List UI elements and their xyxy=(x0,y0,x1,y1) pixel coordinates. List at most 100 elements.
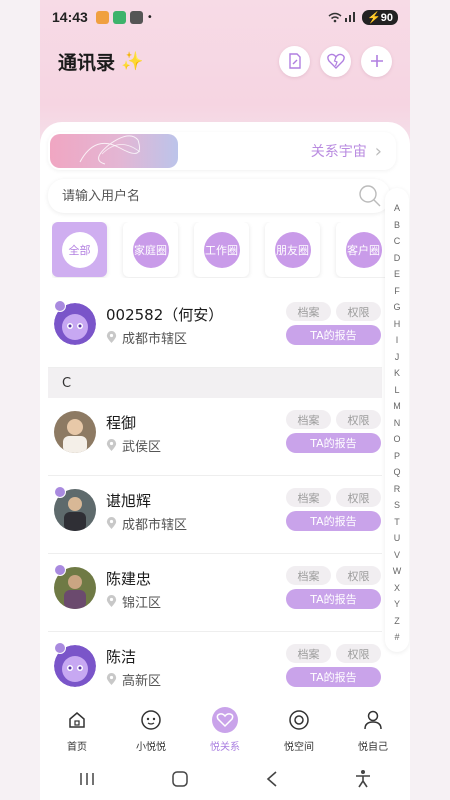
index-letter[interactable]: T xyxy=(394,514,400,531)
permission-button[interactable]: 权限 xyxy=(336,302,381,321)
app-screen: 14:43 • ⚡90 通讯录 ✨ 关系宇宙 › 请输入用户名 全部 家庭圈 工… xyxy=(40,0,410,800)
status-bar: 14:43 • ⚡90 xyxy=(40,0,410,34)
index-letter[interactable]: G xyxy=(393,299,400,316)
index-letter[interactable]: U xyxy=(394,530,401,547)
index-letter[interactable]: M xyxy=(393,398,401,415)
index-letter[interactable]: J xyxy=(395,349,400,366)
index-letter[interactable]: K xyxy=(394,365,400,382)
category-clients[interactable]: 客户圈 xyxy=(336,222,391,277)
broken-heart-button[interactable] xyxy=(320,45,351,77)
report-button[interactable]: TA的报告 xyxy=(286,325,381,345)
smile-icon xyxy=(138,707,164,733)
contact-location: 成都市辖区 xyxy=(106,328,187,347)
location-pin-icon xyxy=(106,517,117,529)
tab-relationships[interactable]: 悦关系 xyxy=(188,700,262,758)
archive-button[interactable]: 档案 xyxy=(286,644,331,663)
index-letter[interactable]: E xyxy=(394,266,400,283)
archive-button[interactable]: 档案 xyxy=(286,566,331,585)
index-letter[interactable]: Q xyxy=(393,464,400,481)
tab-label: 小悦悦 xyxy=(136,742,166,753)
vip-badge-icon xyxy=(54,486,66,498)
category-label: 工作圈 xyxy=(203,231,240,268)
tab-assistant[interactable]: 小悦悦 xyxy=(114,700,188,758)
archive-button[interactable]: 档案 xyxy=(286,488,331,507)
list-item[interactable]: 程御 武侯区 档案 权限 TA的报告 xyxy=(48,398,382,476)
archive-button[interactable]: 档案 xyxy=(286,410,331,429)
category-label: 客户圈 xyxy=(345,231,382,268)
contact-list: 002582（何安） 成都市辖区 档案 权限 TA的报告 C 程御 武侯区 档案… xyxy=(48,290,382,696)
tab-space[interactable]: 悦空间 xyxy=(262,700,336,758)
relationship-universe-banner[interactable]: 关系宇宙 › xyxy=(48,132,396,170)
list-item[interactable]: 002582（何安） 成都市辖区 档案 权限 TA的报告 xyxy=(48,290,382,368)
list-item[interactable]: 陈建忠 锦江区 档案 权限 TA的报告 xyxy=(48,554,382,632)
contact-name: 陈建忠 xyxy=(106,570,152,588)
recent-apps-button[interactable] xyxy=(78,771,96,787)
index-letter[interactable]: L xyxy=(394,382,399,399)
document-button[interactable] xyxy=(279,45,310,77)
permission-button[interactable]: 权限 xyxy=(336,644,381,663)
list-item[interactable]: 陈洁 高新区 档案 权限 TA的报告 xyxy=(48,632,382,696)
report-button[interactable]: TA的报告 xyxy=(286,433,381,453)
index-letter[interactable]: P xyxy=(394,448,400,465)
index-letter[interactable]: I xyxy=(396,332,399,349)
search-icon[interactable] xyxy=(358,184,382,208)
category-friends[interactable]: 朋友圈 xyxy=(265,222,320,277)
category-work[interactable]: 工作圈 xyxy=(194,222,249,277)
index-letter[interactable]: O xyxy=(393,431,400,448)
index-letter[interactable]: V xyxy=(394,547,400,564)
location-pin-icon xyxy=(106,595,117,607)
tab-label: 首页 xyxy=(67,742,87,753)
report-button[interactable]: TA的报告 xyxy=(286,589,381,609)
category-family[interactable]: 家庭圈 xyxy=(123,222,178,277)
index-letter[interactable]: Z xyxy=(394,613,400,630)
permission-button[interactable]: 权限 xyxy=(336,410,381,429)
index-letter[interactable]: B xyxy=(394,217,400,234)
photo-avatar-icon xyxy=(54,411,96,453)
contact-location: 武侯区 xyxy=(106,436,161,455)
report-button[interactable]: TA的报告 xyxy=(286,511,381,531)
category-label: 全部 xyxy=(61,231,98,268)
vip-badge-icon xyxy=(54,642,66,654)
location-pin-icon xyxy=(106,673,117,685)
archive-button[interactable]: 档案 xyxy=(286,302,331,321)
banner-label: 关系宇宙 › xyxy=(310,140,382,162)
add-contact-button[interactable] xyxy=(361,45,392,77)
index-letter[interactable]: A xyxy=(394,200,400,217)
status-time: 14:43 xyxy=(52,9,88,25)
search-box xyxy=(48,179,390,213)
more-dot-icon: • xyxy=(146,11,153,23)
location-pin-icon xyxy=(106,331,117,343)
category-all[interactable]: 全部 xyxy=(52,222,107,277)
avatar xyxy=(54,411,96,453)
contact-name: 陈洁 xyxy=(106,648,137,666)
index-letter[interactable]: N xyxy=(394,415,401,432)
index-letter[interactable]: F xyxy=(394,283,400,300)
back-button[interactable] xyxy=(265,770,279,788)
location-pin-icon xyxy=(106,439,117,451)
contact-name: 程御 xyxy=(106,414,137,432)
permission-button[interactable]: 权限 xyxy=(336,566,381,585)
index-letter[interactable]: R xyxy=(394,481,401,498)
permission-button[interactable]: 权限 xyxy=(336,488,381,507)
system-navigation-bar xyxy=(40,758,410,800)
index-letter[interactable]: S xyxy=(394,497,400,514)
tab-label: 悦关系 xyxy=(210,742,240,753)
alphabet-index[interactable]: A B C D E F G H I J K L M N O P Q R S T U V W X Y Z # xyxy=(385,188,409,652)
tab-home[interactable]: 首页 xyxy=(40,700,114,758)
index-letter[interactable]: Y xyxy=(394,596,400,613)
home-icon xyxy=(64,707,90,733)
list-item[interactable]: 谌旭辉 成都市辖区 档案 权限 TA的报告 xyxy=(48,476,382,554)
category-label: 朋友圈 xyxy=(274,231,311,268)
home-button[interactable] xyxy=(171,770,189,788)
index-letter[interactable]: # xyxy=(394,629,399,646)
index-letter[interactable]: W xyxy=(393,563,402,580)
index-letter[interactable]: D xyxy=(394,250,401,267)
banner-swirl-art xyxy=(79,135,141,165)
search-input[interactable] xyxy=(62,188,342,204)
tab-profile[interactable]: 悦自己 xyxy=(336,700,410,758)
index-letter[interactable]: H xyxy=(394,316,401,333)
index-letter[interactable]: C xyxy=(394,233,401,250)
report-button[interactable]: TA的报告 xyxy=(286,667,381,687)
accessibility-button[interactable] xyxy=(354,769,372,789)
index-letter[interactable]: X xyxy=(394,580,400,597)
